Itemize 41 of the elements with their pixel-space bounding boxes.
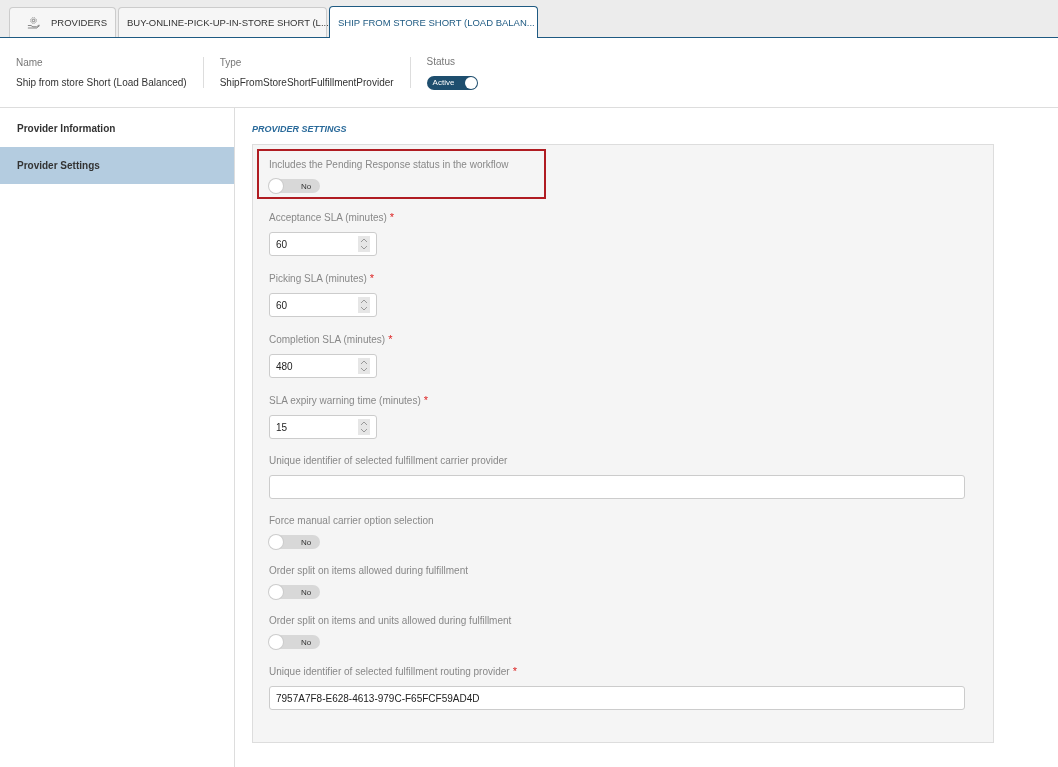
type-label: Type bbox=[219, 57, 243, 68]
field-label: Force manual carrier option selection bbox=[269, 515, 434, 526]
status-toggle[interactable]: Active bbox=[426, 75, 478, 90]
text-field[interactable]: 7957A7F8-E628-4613-979C-F65FCF59AD4D bbox=[269, 686, 965, 710]
spinner-icon[interactable] bbox=[358, 358, 370, 374]
required-asterisk: * bbox=[388, 333, 393, 345]
type-value: ShipFromStoreShortFulfillmentProvider bbox=[219, 77, 394, 88]
status-label: Status bbox=[426, 55, 456, 67]
required-asterisk: * bbox=[512, 665, 517, 677]
tab[interactable]: SHIP FROM STORE SHORT (LOAD BALAN... bbox=[329, 6, 538, 38]
field-label: SLA expiry warning time (minutes) bbox=[269, 395, 421, 406]
number-field[interactable]: 480 bbox=[269, 354, 377, 378]
field-label: Unique identifier of selected fulfillment carrier provider bbox=[269, 455, 508, 466]
tab[interactable]: PROVIDERS bbox=[9, 7, 116, 37]
field-label: Order split on items allowed during fulfillment bbox=[269, 565, 468, 576]
sidebar-item[interactable]: Provider Settings bbox=[0, 147, 234, 184]
spinner-icon[interactable] bbox=[358, 236, 370, 252]
field-label: Includes the Pending Response status in the workflow bbox=[269, 159, 509, 170]
section-heading: PROVIDER SETTINGS bbox=[252, 124, 348, 134]
text-field[interactable] bbox=[269, 475, 965, 499]
spinner-icon[interactable] bbox=[358, 419, 370, 435]
number-field[interactable]: 60 bbox=[269, 232, 377, 256]
name-label: Name bbox=[16, 57, 44, 68]
toggle-switch[interactable]: No bbox=[269, 635, 320, 649]
toggle-switch[interactable]: No bbox=[269, 179, 320, 193]
spinner-icon[interactable] bbox=[358, 297, 370, 313]
tab[interactable]: BUY-ONLINE-PICK-UP-IN-STORE SHORT (L... bbox=[118, 7, 327, 37]
required-asterisk: * bbox=[389, 211, 395, 223]
field-label: Order split on items and units allowed during fulfillment bbox=[269, 615, 512, 626]
field-label: Picking SLA (minutes) bbox=[269, 273, 367, 284]
required-asterisk: * bbox=[423, 394, 428, 406]
name-value: Ship from store Short (Load Balanced) bbox=[16, 77, 187, 88]
number-field[interactable]: 60 bbox=[269, 293, 377, 317]
number-field[interactable]: 15 bbox=[269, 415, 377, 439]
field-label: Completion SLA (minutes) bbox=[269, 334, 386, 345]
field-label: Unique identifier of selected fulfillment routing provider bbox=[269, 666, 510, 677]
sidebar-item[interactable]: Provider Information bbox=[0, 110, 234, 147]
toggle-switch[interactable]: No bbox=[269, 585, 320, 599]
field-label: Acceptance SLA (minutes) bbox=[269, 212, 387, 223]
required-asterisk: * bbox=[369, 272, 375, 284]
toggle-switch[interactable]: No bbox=[269, 535, 320, 549]
